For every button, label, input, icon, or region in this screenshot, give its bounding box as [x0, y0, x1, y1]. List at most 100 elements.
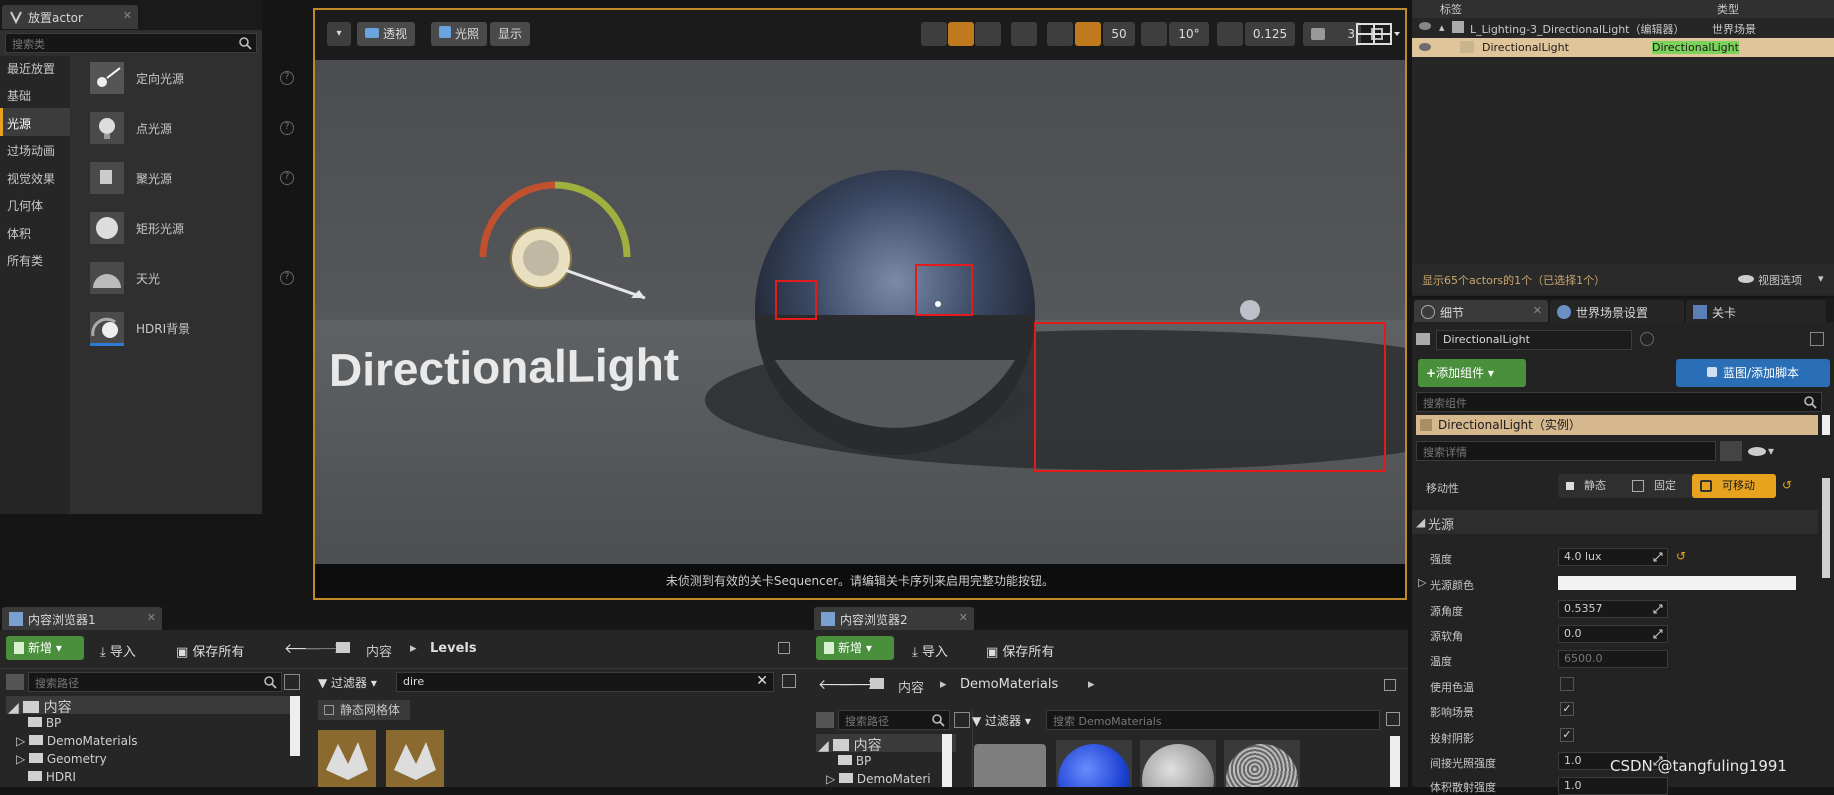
spin-arrows-icon[interactable]: [1653, 604, 1663, 614]
tree-item-demomaterials[interactable]: ▷ DemoMaterials: [16, 734, 138, 748]
actor-name-input[interactable]: DirectionalLight: [1436, 330, 1632, 350]
close-icon[interactable]: ✕: [1533, 304, 1542, 317]
component-instance-row[interactable]: DirectionalLight（实例）: [1416, 415, 1818, 435]
item-directional-light[interactable]: 定向光源: [136, 70, 184, 87]
cb2-save-all-button[interactable]: ▣ 保存所有: [986, 641, 1054, 660]
asset-thumbnail[interactable]: [318, 730, 376, 787]
clear-icon[interactable]: ✕: [756, 673, 768, 689]
mobility-movable-button[interactable]: 可移动: [1692, 474, 1776, 498]
cb1-asset-search-input[interactable]: dire ✕: [396, 672, 774, 692]
reset-arrow-icon[interactable]: ↺: [1782, 478, 1792, 492]
grid-snap-icon[interactable]: [1075, 22, 1101, 46]
tab-content-browser-1[interactable]: 内容浏览器1 ✕: [2, 607, 162, 630]
category-cinematic[interactable]: 过场动画: [7, 142, 55, 159]
expand-arrow-icon[interactable]: ▷: [1418, 576, 1426, 589]
world-local-icon[interactable]: [1011, 22, 1037, 46]
source-angle-input[interactable]: 0.5357: [1558, 600, 1668, 618]
cb2-path-root[interactable]: 内容: [898, 677, 924, 696]
cb1-new-button[interactable]: 新增 ▾: [6, 636, 84, 660]
asset-thumbnail[interactable]: [386, 730, 444, 787]
tree-item-hdri[interactable]: HDRI: [28, 770, 76, 784]
cb2-filters-button[interactable]: ▼ 过滤器 ▾: [972, 712, 1031, 729]
light-color-swatch[interactable]: [1558, 576, 1796, 590]
visibility-eye-icon[interactable]: [1419, 22, 1431, 30]
filter-tag-static-mesh[interactable]: 静态网格体: [318, 700, 410, 720]
material-thumbnail[interactable]: [1056, 740, 1132, 787]
cb2-asset-search-input[interactable]: 搜索 DemoMaterials: [1046, 710, 1380, 730]
mobility-stationary-button[interactable]: 固定: [1624, 474, 1690, 498]
cb2-new-button[interactable]: 新增 ▾: [816, 636, 894, 660]
collections-icon[interactable]: [284, 674, 300, 690]
cb1-import-button[interactable]: ⤓ 导入: [100, 641, 136, 660]
material-thumbnail[interactable]: [1140, 740, 1216, 787]
lit-button[interactable]: 光照: [431, 22, 488, 46]
spin-arrows-icon[interactable]: [1653, 552, 1663, 562]
tree-item-bp[interactable]: BP: [838, 754, 871, 768]
item-spot-light[interactable]: 聚光源: [136, 170, 172, 187]
close-icon[interactable]: ✕: [959, 611, 968, 624]
cb1-search-path-input[interactable]: 搜索路径: [28, 672, 282, 692]
cb1-save-all-button[interactable]: ▣ 保存所有: [176, 641, 244, 660]
search-details-input[interactable]: 搜索详情: [1416, 441, 1716, 461]
folder-thumbnail[interactable]: [974, 744, 1046, 787]
scale-snap-value[interactable]: 0.125: [1245, 22, 1295, 46]
category-all-classes[interactable]: 所有类: [7, 252, 43, 269]
category-lights[interactable]: 光源: [7, 115, 31, 132]
tab-world-settings[interactable]: 世界场景设置: [1550, 300, 1684, 322]
surface-snap-icon[interactable]: [1047, 22, 1073, 46]
scale-snap-icon[interactable]: [1217, 22, 1243, 46]
details-scrollbar[interactable]: [1822, 478, 1830, 578]
save-search-icon[interactable]: [1386, 712, 1400, 726]
collapse-arrow-icon[interactable]: ◢: [1416, 515, 1425, 529]
outliner-row-level[interactable]: ▴ L_Lighting-3_DirectionalLight（编辑器） 世界场…: [1412, 18, 1834, 37]
item-point-light[interactable]: 点光源: [136, 120, 172, 137]
chevron-down-icon[interactable]: ▾: [1818, 272, 1824, 285]
tab-details[interactable]: 细节 ✕: [1414, 300, 1548, 322]
lock-icon[interactable]: [1384, 679, 1396, 691]
tree-item-bp[interactable]: BP: [28, 716, 61, 730]
cb2-search-path-input[interactable]: 搜索路径: [838, 710, 950, 730]
visibility-eye-icon[interactable]: [1419, 43, 1431, 51]
rotate-mode-icon[interactable]: [948, 22, 974, 46]
category-geometry[interactable]: 几何体: [7, 197, 43, 214]
view-options-button[interactable]: 视图选项: [1758, 272, 1802, 288]
volumetric-scattering-input[interactable]: 1.0: [1558, 777, 1668, 795]
category-recent[interactable]: 最近放置: [7, 60, 55, 77]
viewport-options-button[interactable]: ▾: [327, 22, 351, 46]
property-matrix-icon[interactable]: [1720, 441, 1742, 461]
add-component-button[interactable]: +添加组件 ▾: [1418, 359, 1526, 387]
cb1-path-root[interactable]: 内容: [366, 641, 392, 660]
show-button[interactable]: 显示: [490, 22, 531, 46]
help-icon[interactable]: ?: [280, 121, 294, 135]
expand-arrow-icon[interactable]: ▴: [1439, 21, 1445, 34]
tree-scrollbar[interactable]: [942, 734, 952, 787]
item-rect-light[interactable]: 矩形光源: [136, 220, 184, 237]
mobility-static-button[interactable]: 静态: [1558, 474, 1622, 498]
outliner-row-selected[interactable]: DirectionalLight DirectionalLight: [1412, 38, 1834, 57]
sources-toggle-icon[interactable]: [816, 712, 834, 728]
rotation-snap-value[interactable]: 10°: [1169, 22, 1209, 46]
category-basic[interactable]: 基础: [7, 87, 31, 104]
source-soft-angle-input[interactable]: 0.0: [1558, 625, 1668, 643]
use-temperature-checkbox[interactable]: [1560, 677, 1574, 691]
rotation-snap-icon[interactable]: [1141, 22, 1167, 46]
close-icon[interactable]: ✕: [123, 9, 132, 22]
grid-snap-value[interactable]: 50: [1103, 22, 1135, 46]
tree-item-geometry[interactable]: ▷ Geometry: [16, 752, 107, 766]
affects-world-checkbox[interactable]: ✓: [1560, 702, 1574, 716]
intensity-input[interactable]: 4.0 lux: [1558, 548, 1668, 566]
lock-icon[interactable]: [1810, 332, 1824, 346]
scale-mode-icon[interactable]: [975, 22, 1001, 46]
reset-arrow-icon[interactable]: ↺: [1676, 549, 1686, 563]
viewport[interactable]: DirectionalLight ▾ 透视 光照 显示 50 10° 0.125…: [313, 8, 1407, 600]
item-hdri-backdrop[interactable]: HDRI背景: [136, 320, 190, 337]
scrollbar[interactable]: [1822, 415, 1830, 435]
help-icon[interactable]: [1640, 332, 1654, 346]
spin-arrows-icon[interactable]: [1653, 629, 1663, 639]
tree-item-content[interactable]: ◢ 内容: [8, 697, 72, 717]
save-search-icon[interactable]: [782, 674, 796, 688]
material-thumbnail[interactable]: [1224, 740, 1300, 787]
layout-icon[interactable]: [1345, 22, 1401, 46]
cb1-filters-button[interactable]: ▼ 过滤器 ▾: [318, 674, 377, 691]
category-visual-effects[interactable]: 视觉效果: [7, 170, 55, 187]
